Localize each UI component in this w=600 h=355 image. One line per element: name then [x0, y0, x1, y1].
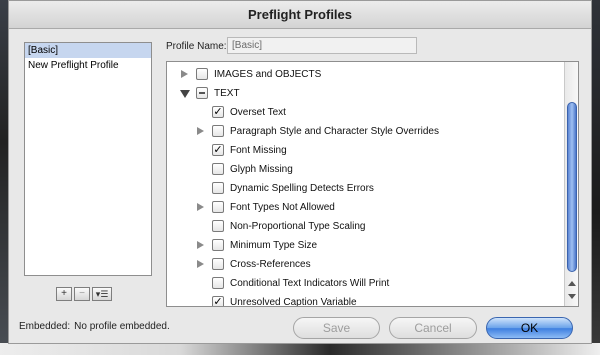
profile-list[interactable]: [Basic] New Preflight Profile [24, 42, 152, 276]
rule-label: Paragraph Style and Character Style Over… [230, 126, 439, 137]
tree-row[interactable]: IMAGES and OBJECTS [167, 65, 567, 84]
rule-checkbox[interactable] [212, 220, 224, 232]
scroll-down-arrow-icon[interactable] [568, 294, 576, 299]
rule-checkbox[interactable]: ✓ [212, 144, 224, 156]
rule-checkbox[interactable] [212, 163, 224, 175]
disclosure-collapsed-icon[interactable] [197, 203, 204, 211]
remove-profile-icon[interactable]: − [74, 287, 90, 301]
disclosure-collapsed-icon[interactable] [197, 260, 204, 268]
rule-label: Font Missing [230, 145, 287, 156]
rule-label: Conditional Text Indicators Will Print [230, 278, 390, 289]
tree-row[interactable]: Dynamic Spelling Detects Errors [167, 179, 567, 198]
tree-row[interactable]: Minimum Type Size [167, 236, 567, 255]
rule-checkbox[interactable]: ✓ [212, 106, 224, 118]
disclosure-collapsed-icon[interactable] [181, 70, 188, 78]
rule-label: IMAGES and OBJECTS [214, 69, 322, 80]
disclosure-collapsed-icon[interactable] [197, 241, 204, 249]
save-button[interactable]: Save [293, 317, 380, 339]
rule-checkbox[interactable] [196, 68, 208, 80]
rule-checkbox[interactable] [212, 201, 224, 213]
rule-label: Glyph Missing [230, 164, 293, 175]
rule-checkbox[interactable] [212, 182, 224, 194]
rule-checkbox[interactable] [212, 239, 224, 251]
disclosure-expanded-icon[interactable] [180, 90, 190, 98]
preflight-rules-tree: IMAGES and OBJECTS TEXT ✓ Overset Text Parag… [166, 61, 579, 307]
tree-row[interactable]: Conditional Text Indicators Will Print [167, 274, 567, 293]
add-profile-icon[interactable]: + [56, 287, 72, 301]
embedded-label: Embedded: [19, 321, 71, 332]
scrollbar-thumb[interactable] [567, 102, 577, 272]
ok-button[interactable]: OK [486, 317, 573, 339]
rule-checkbox[interactable] [212, 125, 224, 137]
tree-row[interactable]: Font Types Not Allowed [167, 198, 567, 217]
rule-label: Cross-References [230, 259, 311, 270]
rule-checkbox[interactable]: ✓ [212, 296, 224, 306]
disclosure-collapsed-icon[interactable] [197, 127, 204, 135]
embedded-status: Embedded: No profile embedded. [19, 321, 170, 332]
preflight-profiles-dialog: Preflight Profiles [Basic] New Preflight … [8, 0, 592, 344]
rule-label: Minimum Type Size [230, 240, 318, 251]
tree-row[interactable]: Glyph Missing [167, 160, 567, 179]
profile-list-item[interactable]: [Basic] [25, 43, 151, 58]
tree-scrollbar[interactable] [564, 62, 578, 306]
tree-row[interactable]: Paragraph Style and Character Style Over… [167, 122, 567, 141]
rule-label: TEXT [214, 88, 240, 99]
rule-label: Unresolved Caption Variable [230, 297, 357, 307]
rule-checkbox[interactable] [196, 87, 208, 99]
cancel-button[interactable]: Cancel [389, 317, 477, 339]
tree-row[interactable]: TEXT [167, 84, 567, 103]
rule-checkbox[interactable] [212, 277, 224, 289]
tree-row[interactable]: Cross-References [167, 255, 567, 274]
profile-menu-icon[interactable]: ▾☰ [92, 287, 112, 301]
profile-name-input[interactable]: [Basic] [227, 37, 417, 54]
rule-label: Non-Proportional Type Scaling [230, 221, 366, 232]
background-image-bottom [0, 343, 600, 355]
scroll-up-arrow-icon[interactable] [568, 281, 576, 286]
rule-label: Overset Text [230, 107, 286, 118]
embedded-value: No profile embedded. [74, 321, 170, 332]
rule-label: Dynamic Spelling Detects Errors [230, 183, 374, 194]
tree-row[interactable]: ✓ Unresolved Caption Variable [167, 293, 567, 307]
profile-list-item[interactable]: New Preflight Profile [25, 58, 151, 73]
rule-label: Font Types Not Allowed [230, 202, 335, 213]
tree-row[interactable]: ✓ Font Missing [167, 141, 567, 160]
tree-row[interactable]: ✓ Overset Text [167, 103, 567, 122]
dialog-title: Preflight Profiles [9, 1, 591, 29]
rule-checkbox[interactable] [212, 258, 224, 270]
tree-row[interactable]: Non-Proportional Type Scaling [167, 217, 567, 236]
profile-name-label: Profile Name: [166, 41, 227, 52]
